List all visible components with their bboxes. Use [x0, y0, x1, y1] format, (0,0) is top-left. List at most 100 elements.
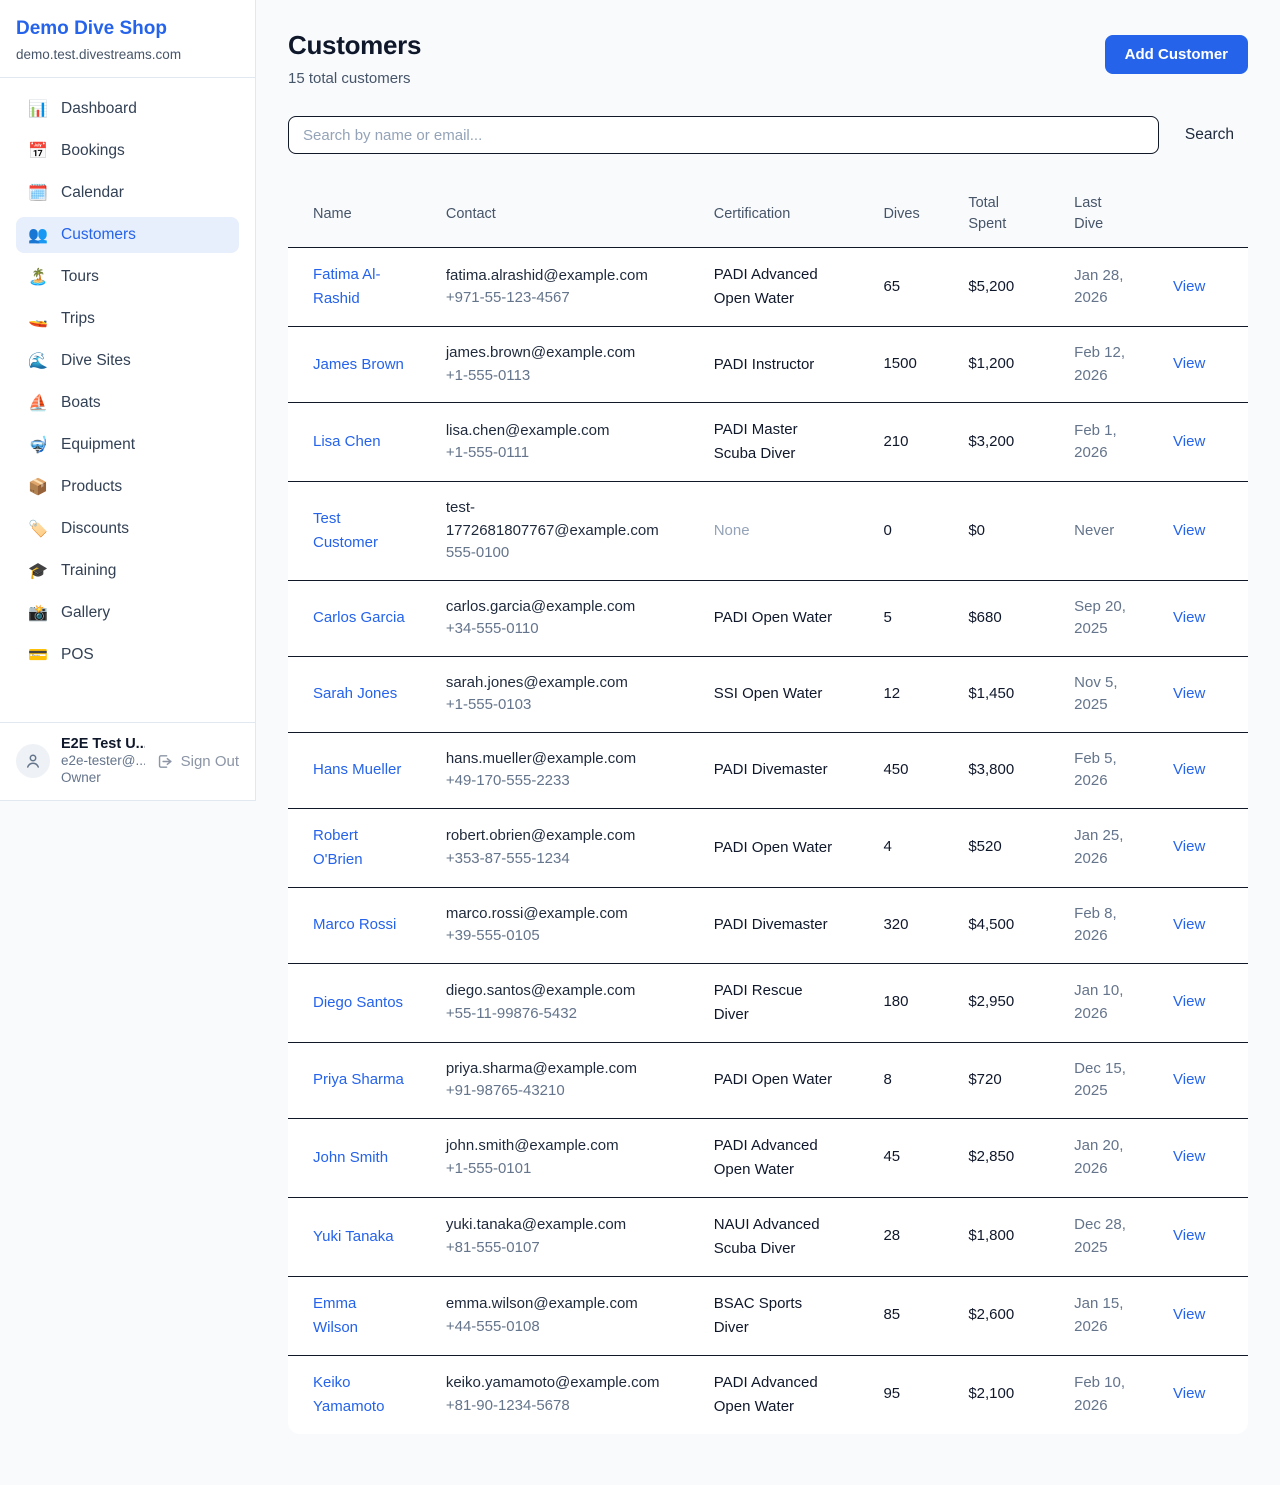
table-row: John Smith john.smith@example.com +1-555… [288, 1118, 1248, 1197]
customer-last-dive: Jan 28, 2026 [1074, 265, 1136, 310]
customer-name-link[interactable]: John Smith [313, 1146, 388, 1170]
sidebar-item-discounts[interactable]: 🏷️ Discounts [16, 511, 239, 547]
sidebar-item-label: Discounts [61, 520, 129, 538]
customer-name-link[interactable]: Diego Santos [313, 991, 403, 1015]
customer-total-spent: $1,800 [968, 1227, 1014, 1244]
customer-name-link[interactable]: Fatima Al-Rashid [313, 263, 405, 311]
speedboat-icon: 🚤 [28, 309, 48, 329]
view-customer-link[interactable]: View [1173, 685, 1205, 702]
view-customer-link[interactable]: View [1173, 761, 1205, 778]
graduation-cap-icon: 🎓 [28, 561, 48, 581]
view-customer-link[interactable]: View [1173, 916, 1205, 933]
customer-total-spent: $2,100 [968, 1385, 1014, 1402]
customer-dives: 210 [883, 433, 908, 450]
customer-phone: +353-87-555-1234 [446, 848, 690, 871]
sidebar-item-trips[interactable]: 🚤 Trips [16, 301, 239, 337]
sidebar-item-training[interactable]: 🎓 Training [16, 553, 239, 589]
customer-phone: +91-98765-43210 [446, 1080, 690, 1103]
table-row: Fatima Al-Rashid fatima.alrashid@example… [288, 248, 1248, 327]
customer-name-link[interactable]: Marco Rossi [313, 913, 396, 937]
shop-name: Demo Dive Shop [16, 17, 239, 41]
table-row: Test Customer test-1772681807767@example… [288, 482, 1248, 581]
customer-name-link[interactable]: Test Customer [313, 507, 405, 555]
table-row: James Brown james.brown@example.com +1-5… [288, 327, 1248, 403]
view-customer-link[interactable]: View [1173, 355, 1205, 372]
sidebar-item-products[interactable]: 📦 Products [16, 469, 239, 505]
search-bar: Search [288, 116, 1248, 154]
sign-out-button[interactable]: Sign Out [156, 753, 239, 770]
customer-name-link[interactable]: Carlos Garcia [313, 606, 405, 630]
view-customer-link[interactable]: View [1173, 838, 1205, 855]
view-customer-link[interactable]: View [1173, 278, 1205, 295]
add-customer-button[interactable]: Add Customer [1105, 35, 1248, 74]
view-customer-link[interactable]: View [1173, 1227, 1205, 1244]
view-customer-link[interactable]: View [1173, 993, 1205, 1010]
customer-last-dive: Dec 15, 2025 [1074, 1058, 1136, 1103]
customer-certification: None [714, 519, 750, 543]
customer-dives: 65 [883, 278, 900, 295]
camera-flash-icon: 📸 [28, 603, 48, 623]
sidebar-item-bookings[interactable]: 📅 Bookings [16, 133, 239, 169]
sidebar-item-dashboard[interactable]: 📊 Dashboard [16, 91, 239, 127]
search-input[interactable] [288, 116, 1159, 154]
customer-name-link[interactable]: Emma Wilson [313, 1292, 405, 1340]
sidebar-item-tours[interactable]: 🏝️ Tours [16, 259, 239, 295]
customer-phone: +1-555-0111 [446, 442, 690, 465]
customer-total-spent: $720 [968, 1071, 1001, 1088]
sidebar-item-label: Dashboard [61, 100, 137, 118]
sidebar-item-boats[interactable]: ⛵ Boats [16, 385, 239, 421]
view-customer-link[interactable]: View [1173, 1306, 1205, 1323]
customer-name-link[interactable]: James Brown [313, 353, 404, 377]
customer-phone: +81-555-0107 [446, 1237, 690, 1260]
customer-certification: PADI Divemaster [714, 758, 828, 782]
table-row: Diego Santos diego.santos@example.com +5… [288, 963, 1248, 1042]
customer-dives: 12 [883, 685, 900, 702]
customer-name-link[interactable]: Hans Mueller [313, 758, 401, 782]
customer-phone: +44-555-0108 [446, 1316, 690, 1339]
shop-brand: Demo Dive Shop demo.test.divestreams.com [0, 0, 255, 77]
customer-name-link[interactable]: Sarah Jones [313, 682, 397, 706]
sidebar-item-dive-sites[interactable]: 🌊 Dive Sites [16, 343, 239, 379]
view-customer-link[interactable]: View [1173, 1385, 1205, 1402]
customer-total-spent: $3,200 [968, 433, 1014, 450]
table-row: Carlos Garcia carlos.garcia@example.com … [288, 580, 1248, 656]
view-customer-link[interactable]: View [1173, 433, 1205, 450]
customer-last-dive: Jan 15, 2026 [1074, 1293, 1136, 1338]
customer-last-dive: Feb 5, 2026 [1074, 748, 1136, 793]
sidebar-item-customers[interactable]: 👥 Customers [16, 217, 239, 253]
customer-name-link[interactable]: Lisa Chen [313, 430, 381, 454]
customer-total-spent: $520 [968, 838, 1001, 855]
view-customer-link[interactable]: View [1173, 1148, 1205, 1165]
sidebar-item-label: Gallery [61, 604, 110, 622]
sidebar-item-gallery[interactable]: 📸 Gallery [16, 595, 239, 631]
customer-phone: 555-0100 [446, 542, 690, 565]
customer-dives: 85 [883, 1306, 900, 1323]
view-customer-link[interactable]: View [1173, 522, 1205, 539]
sidebar-item-equipment[interactable]: 🤿 Equipment [16, 427, 239, 463]
customer-name-link[interactable]: Priya Sharma [313, 1068, 404, 1092]
customer-certification: PADI Open Water [714, 606, 832, 630]
people-icon: 👥 [28, 225, 48, 245]
customer-last-dive: Sep 20, 2025 [1074, 596, 1136, 641]
page-header: Customers 15 total customers Add Custome… [288, 30, 1248, 87]
customer-dives: 320 [883, 916, 908, 933]
customer-certification: PADI Master Scuba Diver [714, 418, 836, 466]
sign-out-icon [156, 753, 173, 770]
customer-total-spent: $3,800 [968, 761, 1014, 778]
customer-dives: 95 [883, 1385, 900, 1402]
customer-name-link[interactable]: Keiko Yamamoto [313, 1371, 405, 1419]
view-customer-link[interactable]: View [1173, 1071, 1205, 1088]
column-header-dives: Dives [871, 181, 956, 248]
customer-name-link[interactable]: Yuki Tanaka [313, 1225, 394, 1249]
customer-name-link[interactable]: Robert O'Brien [313, 824, 405, 872]
search-button[interactable]: Search [1171, 126, 1248, 144]
customer-email: lisa.chen@example.com [446, 420, 664, 443]
label-tag-icon: 🏷️ [28, 519, 48, 539]
view-customer-link[interactable]: View [1173, 609, 1205, 626]
customer-certification: PADI Advanced Open Water [714, 1371, 836, 1419]
customer-total-spent: $2,950 [968, 993, 1014, 1010]
customer-last-dive: Feb 12, 2026 [1074, 342, 1136, 387]
sidebar-item-calendar[interactable]: 🗓️ Calendar [16, 175, 239, 211]
sidebar-item-pos[interactable]: 💳 POS [16, 637, 239, 673]
sidebar-item-label: Customers [61, 226, 136, 244]
